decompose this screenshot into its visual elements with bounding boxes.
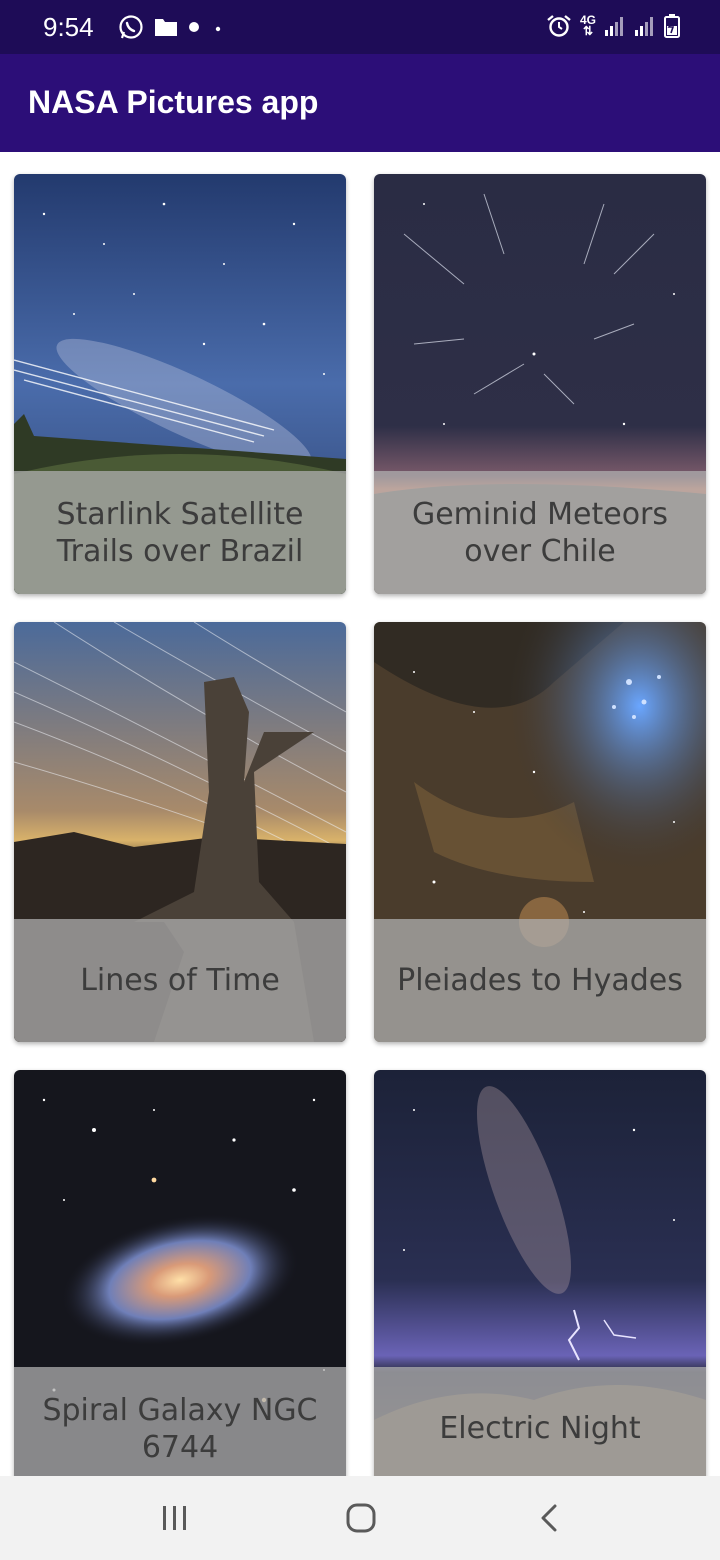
picture-caption: Geminid Meteors over Chile bbox=[374, 471, 706, 594]
whatsapp-icon bbox=[119, 15, 143, 39]
picture-caption: Lines of Time bbox=[14, 919, 346, 1042]
recent-apps-button[interactable] bbox=[145, 1498, 205, 1538]
battery-icon bbox=[664, 14, 680, 38]
home-button[interactable] bbox=[331, 1498, 391, 1538]
status-bar: 9:54 4G ⇅ bbox=[0, 0, 720, 54]
back-icon bbox=[541, 1504, 557, 1532]
picture-caption: Spiral Galaxy NGC 6744 bbox=[14, 1367, 346, 1476]
app-bar: NASA Pictures app bbox=[0, 54, 720, 152]
picture-caption: Electric Night bbox=[374, 1367, 706, 1476]
picture-card-geminid[interactable]: Geminid Meteors over Chile bbox=[374, 174, 706, 594]
recent-apps-icon bbox=[163, 1506, 186, 1530]
dot-icon bbox=[189, 22, 221, 32]
back-button[interactable] bbox=[519, 1498, 579, 1538]
alarm-icon bbox=[547, 15, 571, 37]
status-time: 9:54 bbox=[43, 12, 94, 42]
picture-title: Lines of Time bbox=[80, 963, 280, 998]
folder-icon bbox=[155, 19, 177, 36]
picture-title: Starlink Satellite Trails over Brazil bbox=[56, 496, 304, 569]
picture-grid[interactable]: Starlink Satellite Trails over Brazil Ge… bbox=[0, 152, 720, 1476]
home-icon bbox=[346, 1503, 376, 1533]
picture-title: Spiral Galaxy NGC 6744 bbox=[42, 1392, 318, 1465]
picture-caption: Pleiades to Hyades bbox=[374, 919, 706, 1042]
picture-caption: Starlink Satellite Trails over Brazil bbox=[14, 471, 346, 594]
picture-card-starlink[interactable]: Starlink Satellite Trails over Brazil bbox=[14, 174, 346, 594]
picture-card-electric-night[interactable]: Electric Night bbox=[374, 1070, 706, 1476]
signal-icon bbox=[635, 17, 653, 36]
picture-card-lines-of-time[interactable]: Lines of Time bbox=[14, 622, 346, 1042]
navigation-bar bbox=[0, 1476, 720, 1560]
picture-title: Pleiades to Hyades bbox=[397, 963, 683, 998]
picture-card-spiral-galaxy[interactable]: Spiral Galaxy NGC 6744 bbox=[14, 1070, 346, 1476]
network-4g-icon: 4G ⇅ bbox=[579, 13, 596, 38]
signal-icon bbox=[605, 17, 623, 36]
picture-title: Geminid Meteors over Chile bbox=[411, 496, 669, 569]
picture-title: Electric Night bbox=[439, 1411, 641, 1446]
app-title: NASA Pictures app bbox=[28, 84, 319, 120]
picture-card-pleiades[interactable]: Pleiades to Hyades bbox=[374, 622, 706, 1042]
